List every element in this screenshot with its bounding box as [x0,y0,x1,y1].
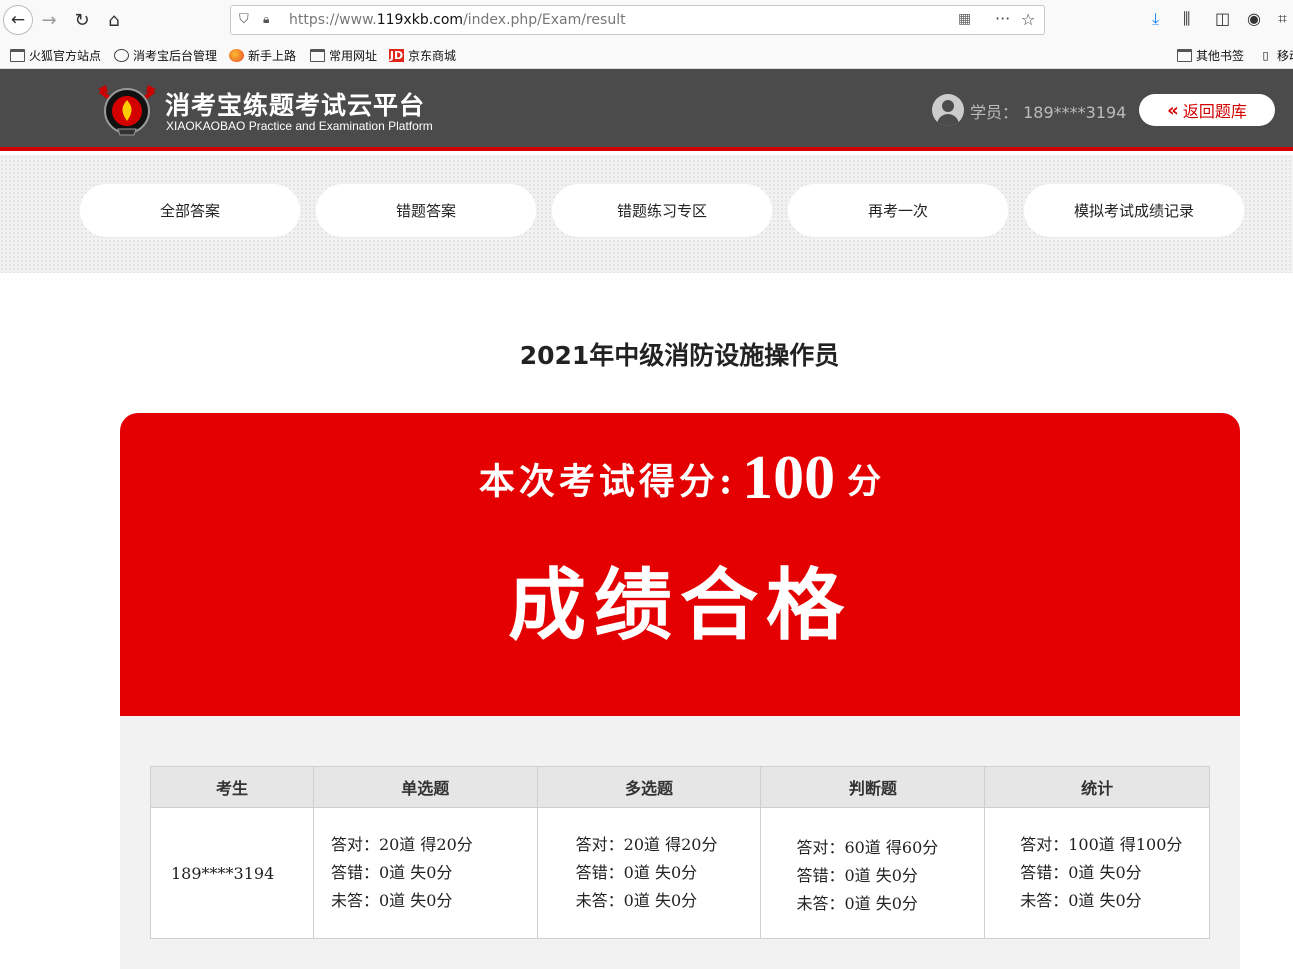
folder-icon [310,49,325,62]
bookmark-item[interactable]: 常用网址 [310,47,377,64]
account-icon[interactable]: ◉ [1247,9,1261,28]
nav-wrong-answers[interactable]: 错题答案 [316,184,536,237]
browser-toolbar: ← → ↻ ⌂ ⛉ 🔒︎ https://www.119xkb.com/inde… [0,0,1293,40]
globe-icon [114,49,129,62]
site-subtitle: XIAOKAOBAO Practice and Examination Plat… [166,119,433,133]
stat-wrong: 答错：0道 失0分 [575,863,698,882]
stat-unanswered: 未答：0道 失0分 [796,894,918,913]
shield-icon[interactable]: ⛉ [239,12,249,27]
header-multiple-choice: 多选题 [536,766,762,808]
stat-correct: 答对：60道 得60分 [796,838,939,857]
firefox-icon [229,49,244,62]
stat-correct: 答对：20道 得20分 [575,835,718,854]
nav-all-answers[interactable]: 全部答案 [80,184,300,237]
result-nav: 全部答案 错题答案 错题练习专区 再考一次 模拟考试成绩记录 [0,155,1293,273]
score-line: 本次考试得分:100 分 [120,443,1240,514]
header-true-false: 判断题 [760,766,986,808]
bookmark-label: 移动 [1277,49,1293,63]
screenshot-icon[interactable]: ⌗ [1278,9,1287,29]
bookmark-item[interactable]: 新手上路 [229,47,296,64]
bookmark-item[interactable]: 消考宝后台管理 [114,47,217,64]
bookmark-label: 消考宝后台管理 [133,49,218,63]
bookmark-item[interactable]: 火狐官方站点 [10,47,101,64]
return-to-bank-button[interactable]: « 返回题库 [1139,94,1275,126]
stat-wrong: 答错：0道 失0分 [330,863,453,882]
reload-icon[interactable]: ↻ [67,5,97,35]
library-icon[interactable]: ⫼ [1183,9,1190,29]
exam-title: 2021年中级消防设施操作员 [519,341,840,370]
mobile-icon: ▯ [1262,49,1269,62]
fire-badge-logo-icon[interactable] [96,81,158,137]
stat-wrong: 答错：0道 失0分 [1020,863,1142,882]
pass-result: 成绩合格 [507,560,852,651]
header-statistics: 统计 [984,766,1210,808]
return-button-label: 返回题库 [1182,102,1247,121]
total-stats: 答对：100道 得100分 答错：0道 失0分 未答：0道 失0分 [984,807,1210,939]
stat-unanswered: 未答：0道 失0分 [1020,891,1142,910]
home-icon[interactable]: ⌂ [99,5,129,35]
candidate-id: 189****3194 [150,807,314,939]
table-row: 189****3194 答对：20道 得20分 答错：0道 失0分 未答：0道 … [150,807,1210,939]
stat-correct: 答对：100道 得100分 [1020,835,1183,854]
url-text[interactable]: https://www.119xkb.com/index.php/Exam/re… [289,12,626,28]
stat-wrong: 答错：0道 失0分 [796,866,918,885]
folder-icon [1177,49,1192,62]
qr-code-icon[interactable]: ▦ [958,11,971,27]
score-label: 本次考试得分: [478,460,737,503]
score-value: 100 [742,444,836,512]
site-header: 消考宝练题考试云平台 XIAOKAOBAO Practice and Exami… [0,69,1293,151]
lock-icon[interactable]: 🔒︎ [263,12,269,27]
url-bar[interactable]: ⛉ 🔒︎ https://www.119xkb.com/index.php/Ex… [230,5,1045,35]
jd-logo-icon: JD [389,49,404,62]
bookmark-label: 火狐官方站点 [29,49,102,63]
table-header-row: 考生 单选题 多选题 判断题 统计 [150,766,1210,808]
true-false-stats: 答对：60道 得60分 答错：0道 失0分 未答：0道 失0分 [760,807,986,939]
user-avatar-icon [932,94,964,126]
stat-unanswered: 未答：0道 失0分 [575,891,698,910]
more-dots-icon[interactable]: ··· [995,9,1010,28]
nav-retake-exam[interactable]: 再考一次 [788,184,1008,237]
forward-arrow-icon[interactable]: → [34,5,64,35]
bookmarks-bar: 火狐官方站点 消考宝后台管理 新手上路 常用网址 JD 京东商城 其他书签 ▯ … [0,40,1293,69]
user-label: 学员： 189****3194 [970,103,1127,122]
nav-wrong-practice[interactable]: 错题练习专区 [552,184,772,237]
double-chevron-left-icon: « [1167,99,1179,121]
stat-correct: 答对：20道 得20分 [330,835,473,854]
multi-choice-stats: 答对：20道 得20分 答错：0道 失0分 未答：0道 失0分 [536,807,762,939]
download-icon[interactable]: ⤓ [1152,9,1159,29]
score-banner: 本次考试得分:100 分 成绩合格 [120,413,1240,716]
bookmark-item[interactable]: JD 京东商城 [389,47,456,64]
result-table: 考生 单选题 多选题 判断题 统计 189****3194 答对：20道 得20… [150,766,1210,939]
header-candidate: 考生 [150,766,314,808]
bookmark-label: 其他书签 [1196,49,1245,63]
score-unit: 分 [847,462,882,502]
folder-icon [10,49,25,62]
bookmark-label: 常用网址 [329,49,378,63]
nav-score-records[interactable]: 模拟考试成绩记录 [1024,184,1244,237]
bookmark-label: 京东商城 [408,49,457,63]
bookmark-item[interactable]: ▯ 移动 [1258,47,1293,64]
site-title: 消考宝练题考试云平台 [165,91,426,120]
sidebar-icon[interactable]: ◫ [1215,9,1230,28]
bookmark-star-icon[interactable]: ☆ [1021,10,1035,29]
stat-unanswered: 未答：0道 失0分 [330,891,453,910]
bookmark-label: 新手上路 [248,49,297,63]
header-single-choice: 单选题 [312,766,538,808]
single-choice-stats: 答对：20道 得20分 答错：0道 失0分 未答：0道 失0分 [312,807,538,939]
bookmark-item[interactable]: 其他书签 [1177,47,1244,64]
result-area: 考生 单选题 多选题 判断题 统计 189****3194 答对：20道 得20… [120,716,1240,969]
back-arrow-icon[interactable]: ← [3,5,33,35]
